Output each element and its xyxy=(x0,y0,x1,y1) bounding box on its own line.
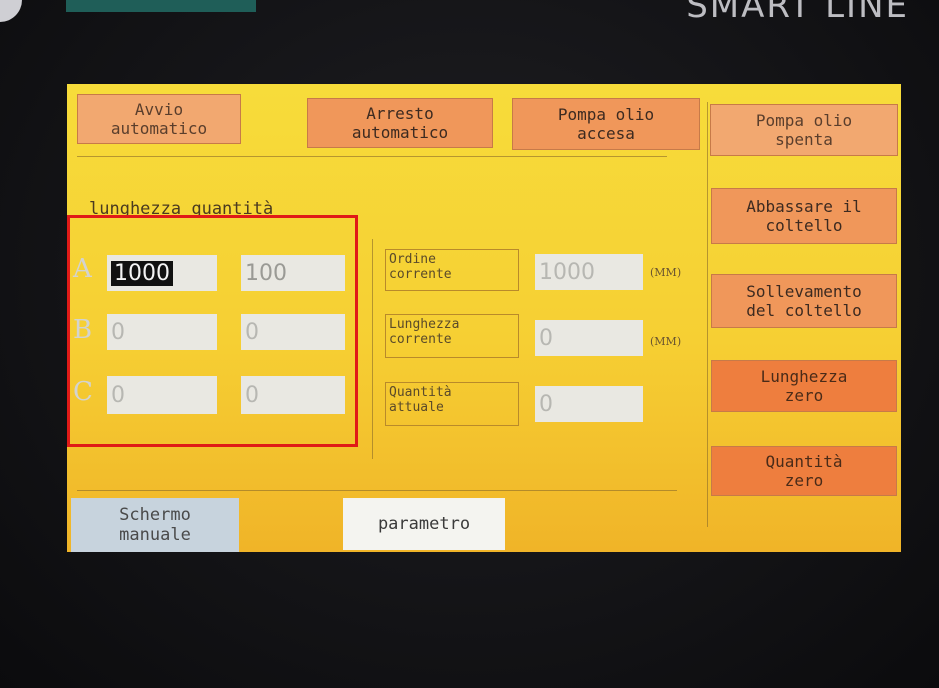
current-length-unit: (MM) xyxy=(650,335,682,348)
brand-label: SMART LINE xyxy=(686,0,909,26)
current-order-label: Ordine corrente xyxy=(385,249,519,291)
lift-knife-button[interactable]: Sollevamento del coltello xyxy=(711,274,897,328)
parameter-button[interactable]: parametro xyxy=(343,498,505,550)
current-quantity-label: Quantità attuale xyxy=(385,382,519,426)
zero-quantity-button[interactable]: Quantità zero xyxy=(711,446,897,496)
row-a-quantity-field[interactable]: 100 xyxy=(241,255,345,291)
middle-divider xyxy=(372,239,373,459)
top-divider xyxy=(77,156,667,157)
row-a-length-field[interactable]: 1000 xyxy=(107,255,217,291)
row-c-length-field[interactable]: 0 xyxy=(107,376,217,414)
row-a-length-value: 1000 xyxy=(111,260,173,286)
current-order-field: 1000 xyxy=(535,254,643,290)
row-b-length-field[interactable]: 0 xyxy=(107,314,217,350)
length-quantity-header: lunghezza quantità xyxy=(89,199,274,219)
auto-stop-button[interactable]: Arresto automatico xyxy=(307,98,493,148)
manual-screen-button[interactable]: Schermo manuale xyxy=(71,498,239,552)
lower-knife-button[interactable]: Abbassare il coltello xyxy=(711,188,897,244)
row-c-quantity-field[interactable]: 0 xyxy=(241,376,345,414)
row-label-a: A xyxy=(73,254,92,284)
row-label-c: C xyxy=(73,377,93,407)
oil-pump-off-button[interactable]: Pompa olio spenta xyxy=(710,104,898,156)
hmi-screen: Avvio automatico Arresto automatico Pomp… xyxy=(67,84,901,552)
current-quantity-field: 0 xyxy=(535,386,643,422)
top-teal-strip xyxy=(66,0,256,12)
current-order-unit: (MM) xyxy=(650,266,682,279)
oil-pump-on-button[interactable]: Pompa olio accesa xyxy=(512,98,700,150)
right-divider xyxy=(707,102,708,527)
row-b-quantity-field[interactable]: 0 xyxy=(241,314,345,350)
current-length-label: Lunghezza corrente xyxy=(385,314,519,358)
row-label-b: B xyxy=(73,315,93,345)
auto-start-button[interactable]: Avvio automatico xyxy=(77,94,241,144)
bottom-divider xyxy=(77,490,677,491)
current-length-field: 0 xyxy=(535,320,643,356)
zero-length-button[interactable]: Lunghezza zero xyxy=(711,360,897,412)
